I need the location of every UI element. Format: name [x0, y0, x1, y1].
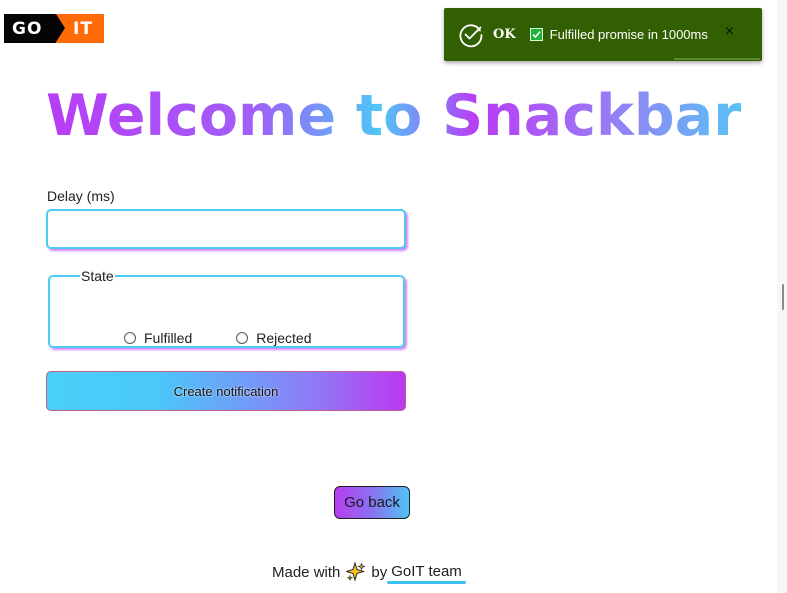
go-back-button[interactable]: Go back: [334, 486, 410, 519]
toast-title: OK: [493, 27, 516, 42]
state-fieldset: State Fulfilled Rejected: [48, 268, 405, 348]
radio-rejected-label[interactable]: Rejected: [256, 330, 311, 346]
scrollbar-thumb[interactable]: [782, 284, 784, 310]
toast-close-button[interactable]: ×: [724, 24, 735, 39]
footer-made-with: Made with: [272, 563, 341, 581]
state-legend: State: [81, 268, 114, 284]
check-circle-icon: [459, 23, 483, 47]
footer: Made with by GoIT team: [272, 562, 466, 584]
radio-rejected[interactable]: [236, 332, 249, 344]
delay-input[interactable]: [46, 209, 406, 249]
toast-notification: OK Fulfilled promise in 1000ms ×: [444, 8, 762, 61]
goit-team-link[interactable]: GoIT team: [387, 563, 466, 584]
radio-fulfilled[interactable]: [124, 332, 136, 344]
toast-progress-bar: [674, 58, 760, 60]
logo-go-text: GO: [4, 14, 65, 43]
sparkle-icon: [346, 562, 367, 582]
create-notification-button[interactable]: Create notification: [46, 371, 406, 411]
delay-label: Delay (ms): [47, 188, 115, 204]
goit-logo[interactable]: GO IT: [4, 14, 104, 43]
toast-message: Fulfilled promise in 1000ms: [549, 27, 708, 42]
footer-by: by: [371, 563, 388, 581]
radio-fulfilled-label[interactable]: Fulfilled: [144, 330, 192, 346]
page-title: Welcome to Snackbar: [46, 78, 741, 154]
checkmark-icon: [529, 28, 543, 41]
state-options: Fulfilled Rejected: [124, 330, 312, 346]
